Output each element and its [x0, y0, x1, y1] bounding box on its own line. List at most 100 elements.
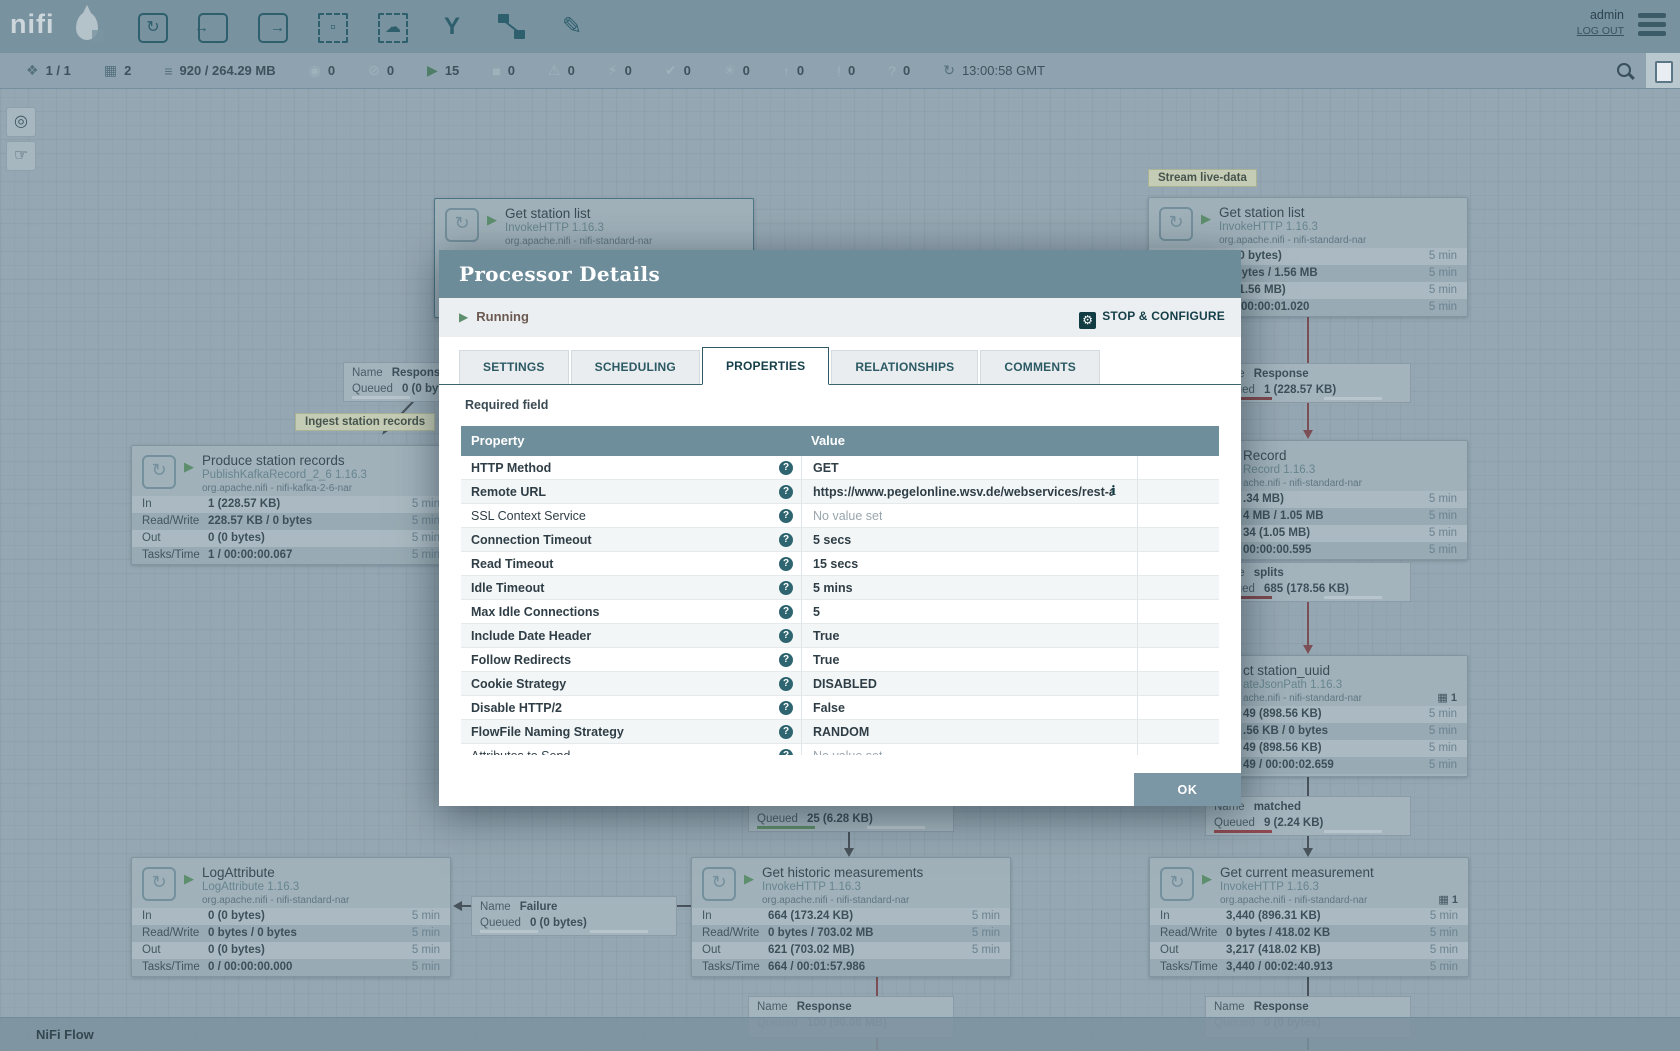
ok-button[interactable]: OK [1134, 773, 1241, 806]
processor-name: Get station list [1219, 205, 1305, 220]
processor-name: ct station_uuid [1243, 663, 1330, 678]
queue-size-bar [1324, 596, 1382, 599]
connection-arrow [1303, 430, 1313, 439]
drag-process-group-button[interactable]: ▫ [310, 6, 354, 48]
stat-row: Read/Write0 bytes / 418.02 KB5 min [1150, 925, 1468, 942]
funnel-icon: Y [444, 13, 460, 40]
top-toolbar: nifi ↻ → → ▫ ☁ Y ✎ admin LOG OUT [0, 0, 1680, 53]
stat-row: Read/Write0 bytes / 703.02 MB5 min [692, 925, 1010, 942]
drag-input-port-button[interactable]: → [190, 6, 234, 48]
help-icon[interactable]: ? [779, 653, 793, 667]
navigate-palette-button[interactable]: ◎ [6, 107, 36, 137]
stat-sync-failure: ?0 [888, 63, 910, 79]
processor-type-icon: ↻ [1159, 207, 1193, 241]
processor-name: Get current measurement [1220, 865, 1374, 880]
help-icon[interactable]: ? [779, 533, 793, 547]
nifi-drop-grid-icon [92, 30, 104, 42]
nifi-logo: nifi [10, 9, 55, 40]
processor-type-icon: ↻ [1160, 867, 1194, 901]
processor-type: InvokeHTTP 1.16.3 [762, 881, 861, 893]
canvas-label[interactable]: Stream live-data [1148, 169, 1257, 187]
process-group-icon: ▫ [318, 13, 348, 43]
run-status-icon: ▶ [184, 459, 194, 475]
table-row: Idle Timeout?5 mins [461, 576, 1219, 600]
up-to-date-icon: ✔ [665, 62, 677, 79]
processor-get-current-measurement[interactable]: ↻ ▶ Get current measurement InvokeHTTP 1… [1149, 857, 1469, 977]
dialog-tabs: SETTINGS SCHEDULING PROPERTIES RELATIONS… [439, 348, 1241, 385]
processor-bundle: org.apache.nifi - nifi-standard-nar [505, 236, 652, 247]
stat-up-to-date: ✔0 [665, 62, 691, 79]
help-icon[interactable]: ? [779, 725, 793, 739]
processor-logattribute[interactable]: ↻ ▶ LogAttribute LogAttribute 1.16.3 org… [131, 857, 451, 977]
stat-row: Read/Write228.57 KB / 0 bytes5 min [132, 513, 450, 530]
breadcrumb[interactable]: NiFi Flow [36, 1027, 94, 1042]
logout-link[interactable]: LOG OUT [1577, 25, 1624, 37]
queued-icon: ≡ [164, 63, 172, 79]
tab-settings[interactable]: SETTINGS [459, 350, 569, 384]
refresh-icon[interactable]: ↻ [943, 62, 955, 79]
tab-comments[interactable]: COMMENTS [980, 350, 1100, 384]
help-icon[interactable]: ? [779, 749, 793, 755]
search-button[interactable] [1604, 53, 1646, 88]
processor-produce-station-records[interactable]: ↻ ▶ Produce station records PublishKafka… [131, 445, 451, 565]
connection-label-failure[interactable]: NameFailure Queued0 (0 bytes) [471, 896, 677, 936]
run-status-icon: ▶ [744, 871, 754, 887]
drag-remote-process-group-button[interactable]: ☁ [370, 6, 414, 48]
help-icon[interactable]: ? [779, 509, 793, 523]
queue-size-bar [867, 826, 925, 829]
table-row: Remote URL?https://www.pegelonline.wsv.d… [461, 480, 1219, 504]
drag-output-port-button[interactable]: → [250, 6, 294, 48]
stat-row: Out621 (703.02 MB)5 min [692, 942, 1010, 959]
table-header: Property Value [461, 426, 1219, 456]
help-icon[interactable]: ? [779, 581, 793, 595]
thread-count-badge: ▦ 1 [1438, 893, 1458, 906]
stat-transmitting: ◉0 [309, 62, 335, 79]
help-icon[interactable]: ? [779, 605, 793, 619]
stat-last-refreshed: ↻13:00:58 GMT [943, 62, 1045, 79]
processor-icon: ↻ [138, 13, 168, 43]
sync-unknown-icon: ? [888, 63, 896, 79]
connection-line [1307, 975, 1309, 996]
help-icon[interactable]: ? [779, 461, 793, 475]
help-icon[interactable]: ? [779, 557, 793, 571]
processor-type: InvokeHTTP 1.16.3 [1220, 881, 1319, 893]
info-icon[interactable]: i [1111, 480, 1116, 504]
help-icon[interactable]: ? [779, 485, 793, 499]
stat-locally-modified-and-stale: !0 [837, 63, 855, 79]
stat-stale: ↑0 [783, 63, 804, 79]
remote-process-group-icon: ☁ [378, 13, 408, 43]
drag-processor-button[interactable]: ↻ [130, 6, 174, 48]
queue-size-bar [1324, 397, 1382, 400]
processor-type-icon: ↻ [142, 455, 176, 489]
locally-modified-icon: ✳ [724, 62, 736, 79]
connection-line [462, 905, 471, 907]
processor-type-icon: ↻ [702, 867, 736, 901]
drag-funnel-button[interactable]: Y [430, 6, 474, 48]
drag-label-button[interactable]: ✎ [550, 6, 594, 48]
breadcrumb-bar: NiFi Flow [0, 1017, 1680, 1051]
connection-line [1307, 315, 1309, 363]
help-icon[interactable]: ? [779, 629, 793, 643]
stat-active-threads: ▦2 [104, 62, 131, 79]
stat-row: Out3,217 (418.02 KB)5 min [1150, 942, 1468, 959]
processor-name: Get historic measurements [762, 865, 923, 880]
processor-get-historic-measurements[interactable]: ↻ ▶ Get historic measurements InvokeHTTP… [691, 857, 1011, 977]
tab-relationships[interactable]: RELATIONSHIPS [831, 350, 978, 384]
help-icon[interactable]: ? [779, 677, 793, 691]
tab-properties[interactable]: PROPERTIES [702, 347, 829, 385]
tab-scheduling[interactable]: SCHEDULING [571, 350, 700, 384]
global-menu-button[interactable] [1638, 13, 1666, 40]
help-icon[interactable]: ? [779, 701, 793, 715]
birdseye-toggle-button[interactable] [1646, 53, 1680, 88]
canvas-label[interactable]: Ingest station records [295, 413, 435, 431]
gear-icon: ⚙ [1079, 312, 1096, 329]
stat-not-transmitting: ⊘0 [368, 62, 394, 79]
processor-name: Record [1243, 448, 1287, 463]
stop-and-configure-button[interactable]: ⚙STOP & CONFIGURE [1079, 309, 1225, 329]
drag-template-button[interactable] [490, 6, 534, 48]
table-row: Disable HTTP/2?False [461, 696, 1219, 720]
table-row: Follow Redirects?True [461, 648, 1219, 672]
queue-fill-bar [757, 826, 815, 829]
stat-row: Out0 (0 bytes)5 min [132, 530, 450, 547]
operate-palette-button[interactable]: ☞ [6, 141, 36, 171]
